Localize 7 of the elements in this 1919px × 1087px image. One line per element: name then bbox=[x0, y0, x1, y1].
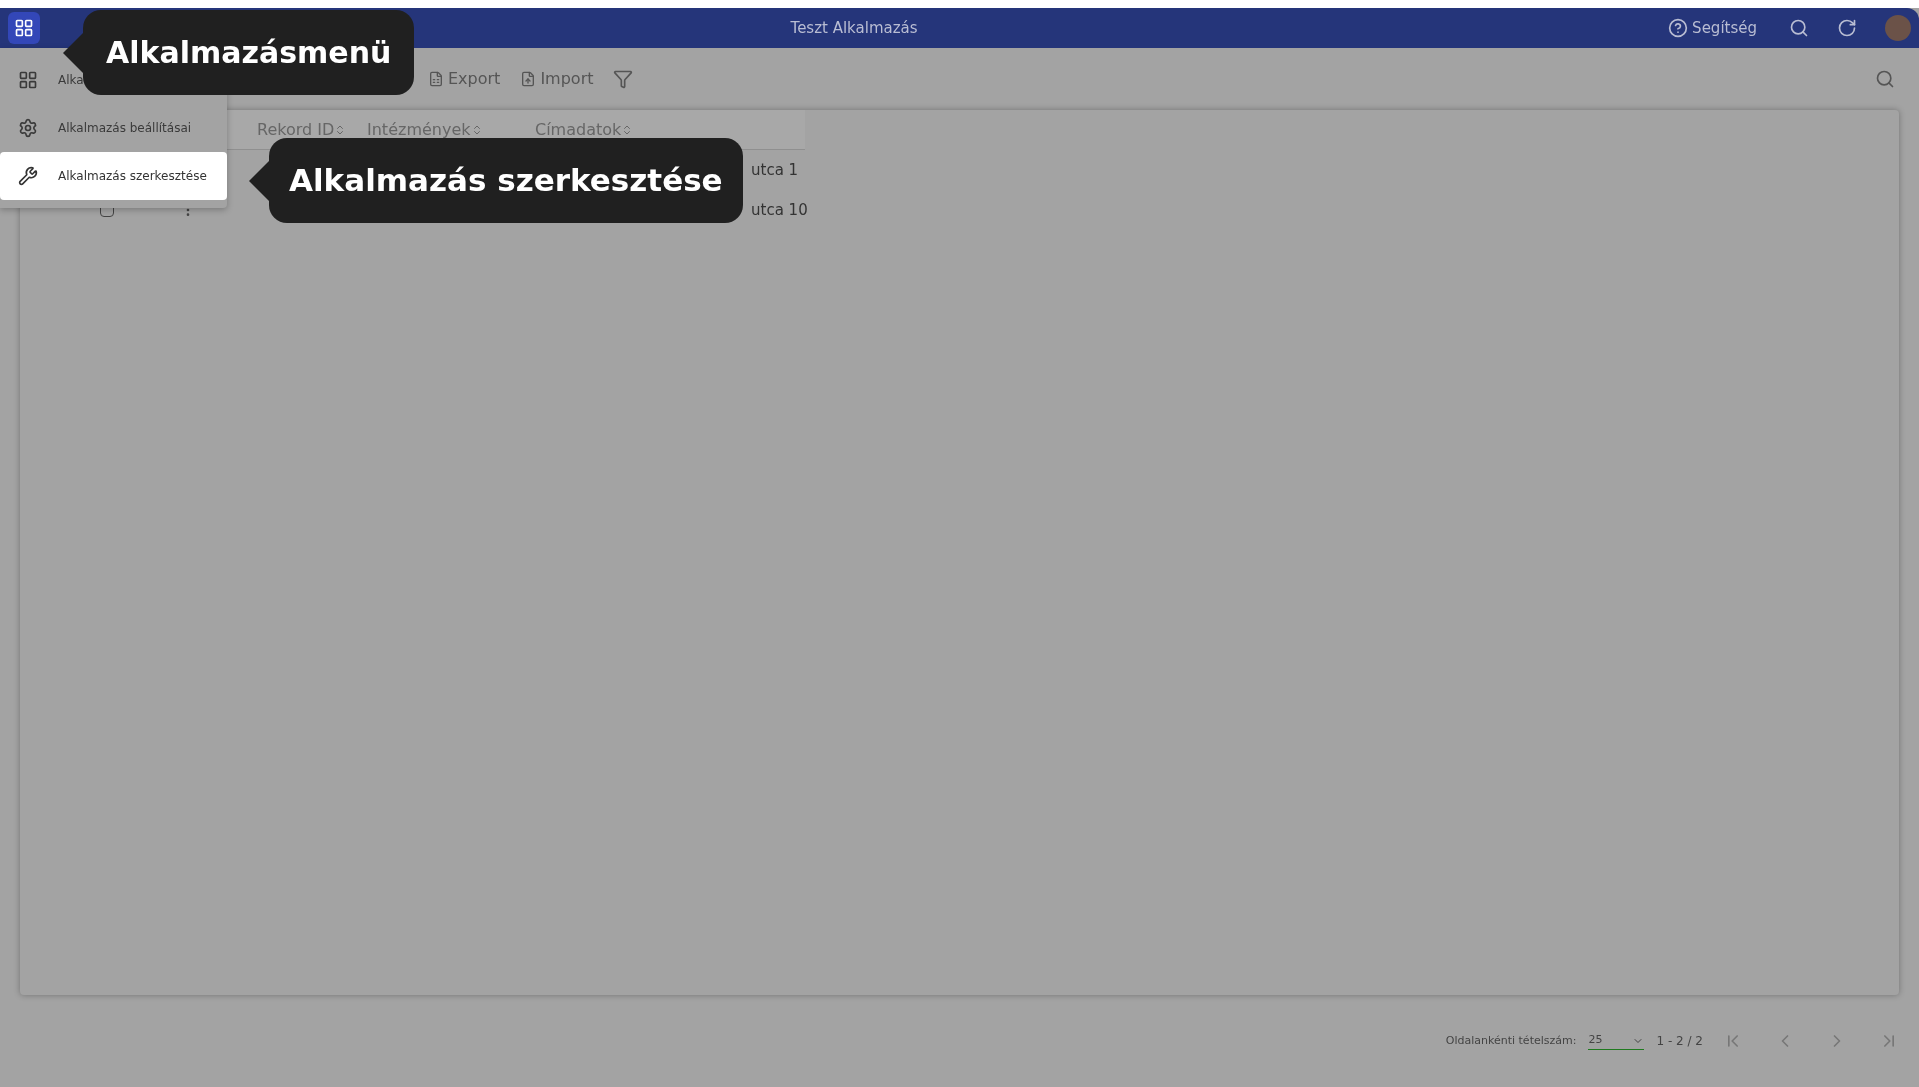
tooltip: Alkalmazásmenü bbox=[83, 10, 415, 95]
page-size-label: Oldalankénti tételszám: bbox=[1445, 1032, 1577, 1049]
table-cell-text: utca 1 bbox=[751, 159, 799, 181]
table-cell-text: utca 10 bbox=[751, 199, 808, 221]
page-range: 1 - 2 / 2 bbox=[1656, 1033, 1703, 1050]
app-title: Teszt Alkalmazás bbox=[790, 17, 918, 39]
tooltip: Alkalmazás szerkesztése bbox=[269, 138, 743, 223]
